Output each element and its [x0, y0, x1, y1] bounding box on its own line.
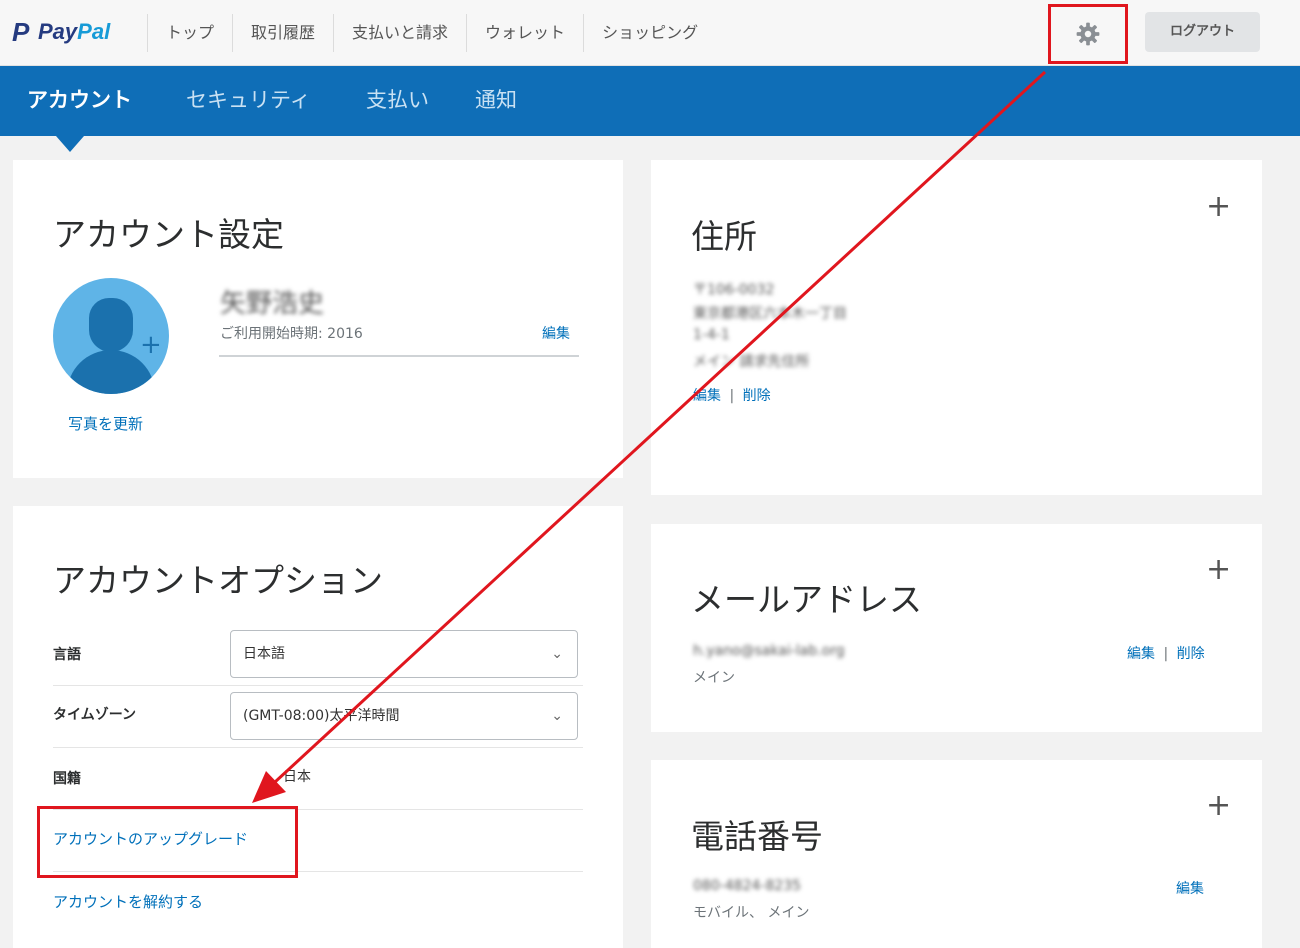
- language-select[interactable]: 日本語 ⌄: [230, 630, 578, 678]
- paypal-p-icon: P: [12, 16, 30, 47]
- account-options-title: アカウントオプション: [53, 561, 383, 600]
- address-line-3: 1-4-1: [693, 327, 730, 343]
- top-nav-shopping[interactable]: ショッピング: [583, 14, 716, 52]
- account-subnav: アカウント セキュリティ 支払い 通知: [0, 66, 1300, 136]
- address-title: 住所: [691, 217, 757, 256]
- email-card: [651, 524, 1262, 732]
- settings-button[interactable]: [1048, 4, 1128, 64]
- add-photo-icon: +: [140, 330, 162, 360]
- address-line-4: メイン 請求先住所: [693, 354, 810, 370]
- nationality-row: 国籍 日本: [53, 748, 583, 810]
- tab-payments[interactable]: 支払い: [366, 66, 429, 136]
- tab-security[interactable]: セキュリティ: [186, 66, 311, 136]
- tab-account[interactable]: アカウント: [27, 66, 132, 136]
- address-actions: 編集 | 削除: [693, 385, 771, 405]
- logout-button[interactable]: ログアウト: [1145, 12, 1260, 52]
- timezone-select[interactable]: (GMT-08:00)太平洋時間 ⌄: [230, 692, 578, 740]
- email-title: メールアドレス: [691, 580, 922, 619]
- tab-notifications[interactable]: 通知: [475, 66, 517, 136]
- top-nav-wallet[interactable]: ウォレット: [466, 14, 583, 52]
- upgrade-highlight-box: [37, 806, 298, 878]
- action-separator: |: [1163, 646, 1169, 662]
- language-value: 日本語: [243, 646, 285, 662]
- paypal-wordmark: PayPal: [38, 19, 111, 44]
- top-nav-home[interactable]: トップ: [147, 14, 232, 52]
- add-phone-icon[interactable]: +: [1206, 791, 1231, 821]
- edit-address-link[interactable]: 編集: [693, 388, 721, 404]
- timezone-row: タイムゾーン (GMT-08:00)太平洋時間 ⌄: [53, 686, 583, 748]
- timezone-label: タイムゾーン: [53, 707, 137, 723]
- phone-number: 080-4824-8235: [693, 878, 802, 894]
- top-bar: P PayPal トップ 取引履歴 支払いと請求 ウォレット ショッピング ログ…: [0, 0, 1300, 66]
- top-nav: トップ 取引履歴 支払いと請求 ウォレット ショッピング: [147, 14, 716, 52]
- close-account-link[interactable]: アカウントを解約する: [53, 891, 203, 912]
- chevron-down-icon: ⌄: [551, 646, 563, 662]
- email-actions: 編集 | 削除: [1127, 643, 1205, 663]
- name-divider: [219, 355, 579, 357]
- paypal-logo[interactable]: P PayPal: [12, 16, 110, 48]
- delete-address-link[interactable]: 削除: [743, 388, 771, 404]
- active-tab-caret: [56, 136, 84, 152]
- email-type: メイン: [693, 670, 735, 686]
- edit-name-link[interactable]: 編集: [542, 323, 570, 343]
- member-since: ご利用開始時期: 2016: [220, 326, 363, 342]
- chevron-down-icon: ⌄: [551, 708, 563, 724]
- delete-email-link[interactable]: 削除: [1177, 646, 1205, 662]
- nationality-label: 国籍: [53, 771, 81, 787]
- timezone-value: (GMT-08:00)太平洋時間: [243, 708, 400, 724]
- phone-type: モバイル、 メイン: [693, 905, 810, 921]
- language-label: 言語: [53, 647, 81, 663]
- account-holder-name: 矢野浩史: [220, 289, 325, 319]
- update-photo-link[interactable]: 写真を更新: [68, 413, 143, 434]
- add-email-icon[interactable]: +: [1206, 555, 1231, 585]
- account-settings-title: アカウント設定: [53, 215, 284, 254]
- avatar-head-icon: [89, 298, 133, 352]
- address-line-2: 東京都港区六本木一丁目: [693, 306, 847, 322]
- action-separator: |: [729, 388, 735, 404]
- add-address-icon[interactable]: +: [1206, 192, 1231, 222]
- top-nav-pay-request[interactable]: 支払いと請求: [333, 14, 466, 52]
- nationality-value: 日本: [283, 769, 311, 785]
- edit-email-link[interactable]: 編集: [1127, 646, 1155, 662]
- address-line-1: 〒106-0032: [693, 282, 775, 298]
- edit-phone-link[interactable]: 編集: [1176, 878, 1204, 898]
- phone-title: 電話番号: [691, 817, 823, 856]
- top-nav-activity[interactable]: 取引履歴: [232, 14, 333, 52]
- language-row: 言語 日本語 ⌄: [53, 626, 583, 686]
- email-address: h.yano@sakai-lab.org: [693, 643, 845, 659]
- gear-icon: [1076, 22, 1100, 46]
